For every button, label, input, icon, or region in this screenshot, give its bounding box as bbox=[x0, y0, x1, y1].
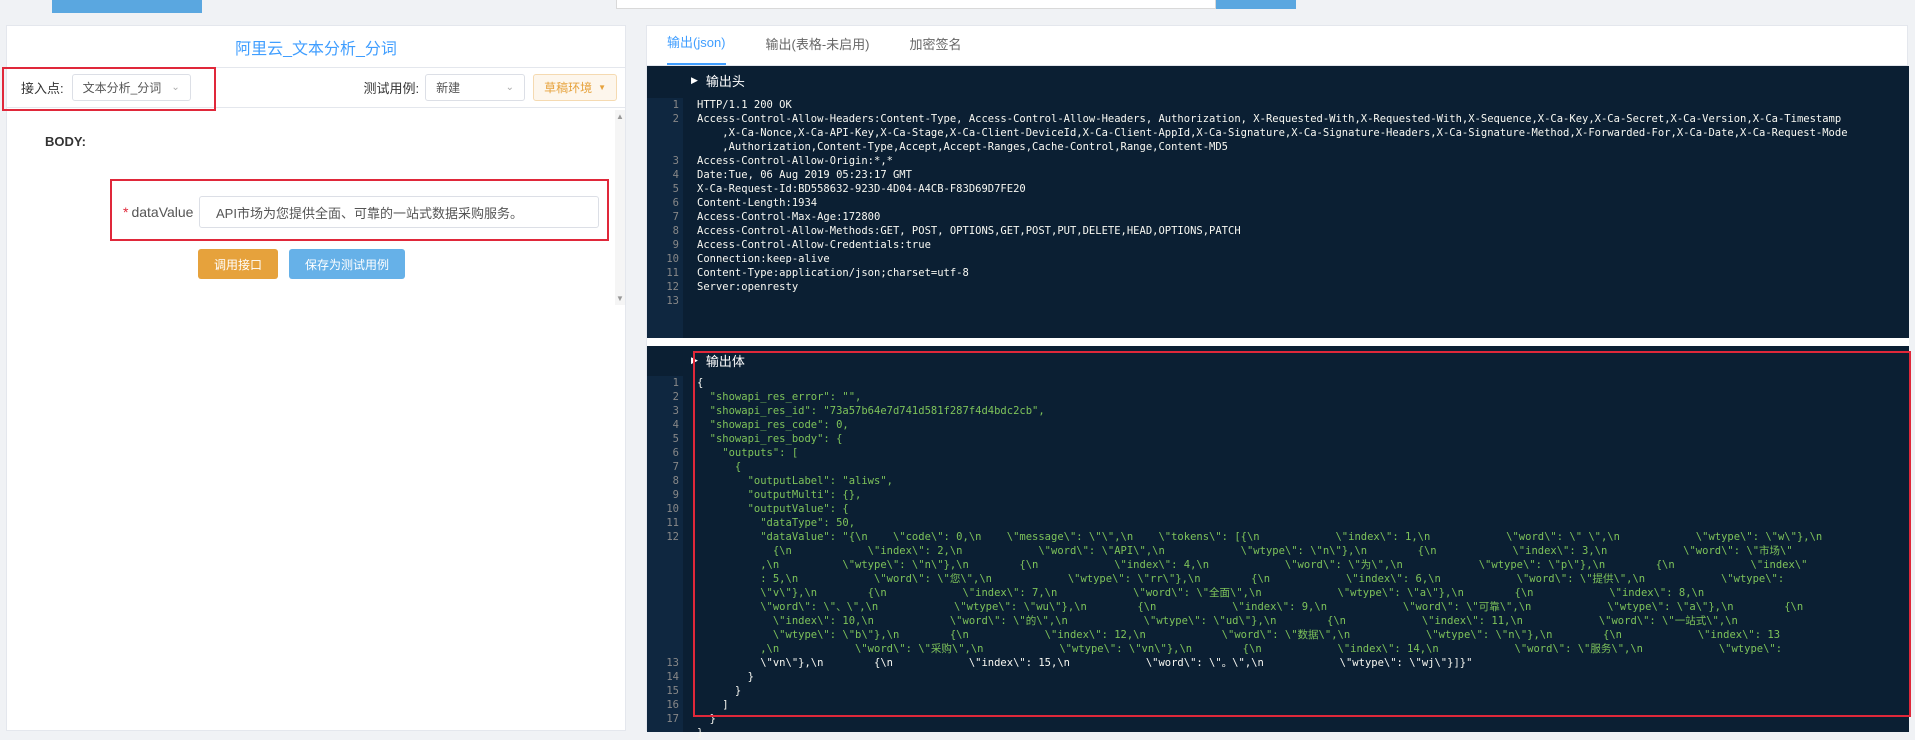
code-line: Access-Control-Max-Age:172800 bbox=[697, 211, 881, 223]
code-line: HTTP/1.1 200 OK bbox=[697, 99, 792, 111]
env-dropdown-button[interactable]: 草稿环境 ▼ bbox=[533, 74, 617, 101]
request-panel: 阿里云_文本分析_分词 接入点: 文本分析_分词 ⌄ 测试用例: 新建 ⌄ 草稿… bbox=[6, 25, 626, 731]
code-line: X-Ca-Request-Id:BD558632-923D-4D04-A4CB-… bbox=[697, 183, 1026, 195]
line-number: 16 bbox=[666, 699, 679, 711]
line-number: 2 bbox=[672, 113, 679, 125]
code-line: } bbox=[697, 727, 704, 739]
tab-output-table[interactable]: 输出(表格-未启用) bbox=[766, 34, 870, 65]
code-line: Access-Control-Allow-Headers:Content-Typ… bbox=[697, 113, 1842, 125]
code-line: Content-Length:1934 bbox=[697, 197, 818, 209]
line-number: 8 bbox=[672, 225, 679, 237]
output-header-title: 输出头 bbox=[705, 73, 745, 89]
line-number: 3 bbox=[672, 405, 679, 417]
testcase-label: 测试用例: bbox=[363, 81, 420, 96]
code-line: Access-Control-Allow-Credentials:true bbox=[697, 239, 931, 251]
line-number bbox=[647, 614, 679, 628]
body-label: BODY: bbox=[45, 134, 86, 149]
line-number: 1 bbox=[672, 377, 679, 389]
triangle-right-icon: ▶ bbox=[691, 74, 698, 85]
line-number: 8 bbox=[672, 475, 679, 487]
line-number: 12 bbox=[666, 281, 679, 293]
line-number: 14 bbox=[666, 671, 679, 683]
body-line-numbers: 1 2 3 4 5 6 7 8 9 10 11 12 13 14 15 16 17 bbox=[647, 376, 683, 732]
scroll-up-icon[interactable]: ▲ bbox=[616, 112, 624, 121]
line-number: 3 bbox=[672, 155, 679, 167]
highlight-response-body bbox=[693, 351, 1911, 717]
top-button[interactable] bbox=[52, 0, 202, 13]
chevron-down-icon: ⌄ bbox=[505, 82, 515, 93]
line-number: 10 bbox=[666, 503, 679, 515]
code-line: Access-Control-Allow-Methods:GET, POST, … bbox=[697, 225, 1241, 237]
code-line: ,Authorization,Content-Type,Accept,Accep… bbox=[697, 141, 1229, 153]
testcase-value: 新建 bbox=[436, 81, 461, 95]
line-number bbox=[647, 628, 679, 642]
top-search-button[interactable] bbox=[1216, 0, 1296, 9]
line-number: 1 bbox=[672, 99, 679, 111]
line-number: 9 bbox=[672, 489, 679, 501]
line-number: 13 bbox=[666, 657, 679, 669]
code-line: ,X-Ca-Nonce,X-Ca-API-Key,X-Ca-Stage,X-Ca… bbox=[697, 127, 1848, 139]
line-number: 4 bbox=[672, 169, 679, 181]
line-number: 11 bbox=[666, 267, 679, 279]
output-header-section[interactable]: ▶ 输出头 bbox=[647, 66, 1909, 94]
scroll-down-icon[interactable]: ▼ bbox=[616, 294, 624, 303]
line-number: 2 bbox=[672, 391, 679, 403]
line-number bbox=[647, 558, 679, 572]
code-line: Content-Type:application/json;charset=ut… bbox=[697, 267, 969, 279]
line-number bbox=[647, 140, 679, 154]
call-api-button[interactable]: 调用接口 bbox=[198, 249, 278, 279]
line-number: 4 bbox=[672, 419, 679, 431]
code-line: Server:openresty bbox=[697, 281, 799, 293]
line-number bbox=[647, 642, 679, 656]
line-number bbox=[647, 544, 679, 558]
highlight-datavalue bbox=[110, 179, 609, 241]
code-line: Access-Control-Allow-Origin:*,* bbox=[697, 155, 893, 167]
line-number: 5 bbox=[672, 433, 679, 445]
line-number: 10 bbox=[666, 253, 679, 265]
line-number: 7 bbox=[672, 461, 679, 473]
line-number: 6 bbox=[672, 447, 679, 459]
line-number: 9 bbox=[672, 239, 679, 251]
line-number: 6 bbox=[672, 197, 679, 209]
line-number bbox=[647, 126, 679, 140]
line-number: 13 bbox=[666, 295, 679, 307]
testcase-select[interactable]: 新建 ⌄ bbox=[425, 74, 526, 101]
code-line: Connection:keep-alive bbox=[697, 253, 830, 265]
line-number bbox=[647, 600, 679, 614]
line-number bbox=[647, 586, 679, 600]
line-number: 5 bbox=[672, 183, 679, 195]
code-line: Date:Tue, 06 Aug 2019 05:23:17 GMT bbox=[697, 169, 912, 181]
caret-down-icon: ▼ bbox=[598, 83, 606, 92]
tab-output-json[interactable]: 输出(json) bbox=[667, 32, 726, 65]
header-code-block: 1 2 3 4 5 6 7 8 9 10 11 12 13 HTTP/1.1 200 OK Access-… bbox=[647, 94, 1909, 338]
save-testcase-button[interactable]: 保存为测试用例 bbox=[289, 249, 405, 279]
line-number: 12 bbox=[666, 531, 679, 543]
line-number bbox=[647, 572, 679, 586]
header-line-numbers: 1 2 3 4 5 6 7 8 9 10 11 12 13 bbox=[647, 98, 683, 338]
header-lines: HTTP/1.1 200 OK Access-Control-Allow-Head… bbox=[697, 98, 1848, 308]
tab-signature[interactable]: 加密签名 bbox=[910, 34, 962, 65]
top-search-input[interactable] bbox=[616, 0, 1216, 9]
line-number: 15 bbox=[666, 685, 679, 697]
output-tabs: 输出(json) 输出(表格-未启用) 加密签名 bbox=[647, 26, 1907, 66]
highlight-endpoint bbox=[2, 67, 216, 111]
api-title: 阿里云_文本分析_分词 bbox=[7, 26, 625, 68]
line-number: 17 bbox=[666, 713, 679, 725]
line-number: 11 bbox=[666, 517, 679, 529]
line-number: 7 bbox=[672, 211, 679, 223]
left-scrollbar[interactable]: ▲ ▼ bbox=[615, 110, 625, 305]
env-button-label: 草稿环境 bbox=[544, 81, 593, 95]
